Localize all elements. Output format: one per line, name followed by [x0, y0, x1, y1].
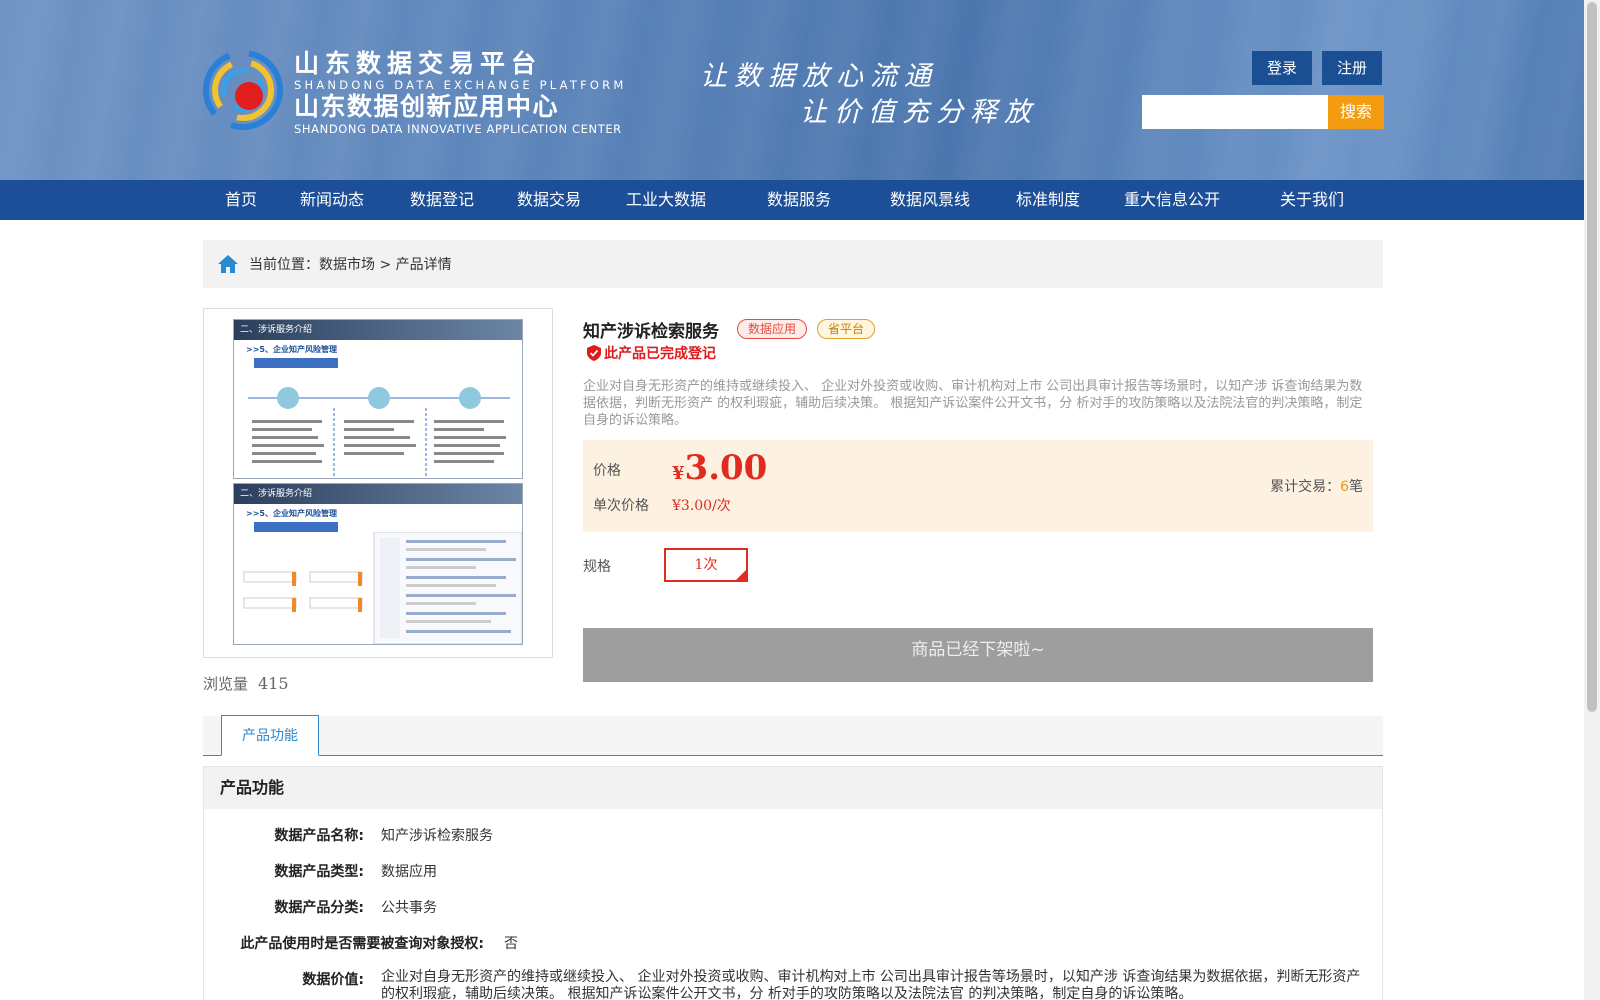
nav-item-data-register[interactable]: 数据登记 — [410, 180, 474, 220]
brand-title-en: SHANDONG DATA EXCHANGE PLATFORM — [294, 78, 627, 92]
brand-title-cn: 山东数据交易平台 — [294, 49, 543, 78]
nav-item-disclosure[interactable]: 重大信息公开 — [1124, 180, 1220, 220]
row-key: 数据产品分类: — [274, 900, 364, 916]
header-banner: 山东数据交易平台 SHANDONG DATA EXCHANGE PLATFORM… — [0, 0, 1584, 180]
row-key: 数据价值: — [302, 972, 364, 988]
price-label: 价格 — [593, 463, 621, 479]
price-value: ¥3.00 — [672, 448, 767, 488]
row-key: 此产品使用时是否需要被查询对象授权: — [240, 936, 484, 952]
slide-title: >>5、企业知产风险管理 — [246, 345, 337, 354]
slide-diagram — [248, 387, 510, 476]
price-number: 3.00 — [684, 448, 768, 488]
slide-header: 二、涉诉服务介绍 — [234, 484, 522, 504]
slogan-line-1: 让数据放心流通 — [700, 61, 938, 92]
function-row-authorization: 此产品使用时是否需要被查询对象授权: — [204, 933, 484, 953]
scrollbar-thumb[interactable] — [1587, 2, 1597, 712]
function-row-name: 数据产品名称: — [204, 825, 364, 845]
breadcrumb: 当前位置：数据市场 > 产品详情 — [203, 240, 1383, 288]
logo-icon — [203, 50, 283, 130]
function-row-category: 数据产品分类: — [204, 897, 364, 917]
brand-subtitle-en: SHANDONG DATA INNOVATIVE APPLICATION CEN… — [294, 122, 622, 136]
row-value: 公共事务 — [381, 900, 437, 916]
row-value: 知产涉诉检索服务 — [381, 828, 493, 844]
views-counter: 浏览量 415 — [203, 673, 289, 694]
tag-data-application: 数据应用 — [737, 319, 808, 339]
home-icon — [218, 255, 238, 273]
row-key: 数据产品名称: — [274, 828, 364, 844]
off-shelf-button[interactable]: 商品已经下架啦~ — [583, 628, 1373, 682]
row-key: 数据产品类型: — [274, 864, 364, 880]
trades-label: 累计交易： — [1270, 479, 1341, 495]
row-value: 企业对自身无形资产的维持或继续投入、 企业对外投资或收购、审计机构对上市 公司出… — [381, 969, 1361, 1000]
slogan-line-2: 让价值充分释放 — [800, 97, 1038, 128]
unit-price-value: ¥3.00/次 — [672, 498, 731, 514]
register-button[interactable]: 注册 — [1322, 51, 1382, 85]
registered-notice: 此产品已完成登记 — [587, 343, 716, 363]
tab-product-function[interactable]: 产品功能 — [221, 715, 319, 756]
price-box: 价格 ¥3.00 单次价格 ¥3.00/次 累计交易：6笔 — [583, 440, 1373, 532]
slide-badge — [254, 358, 338, 368]
views-count: 415 — [258, 674, 289, 693]
product-image: 二、涉诉服务介绍 >>5、企业知产风险管理 二、涉诉服务介绍 >>5、企业知产风… — [203, 308, 553, 658]
spec-label: 规格 — [583, 559, 611, 575]
row-value: 否 — [504, 936, 518, 952]
nav-item-data-landscape[interactable]: 数据风景线 — [890, 180, 970, 220]
slide-badge — [254, 522, 338, 532]
search-input[interactable] — [1142, 95, 1328, 129]
views-label: 浏览量 — [203, 675, 249, 693]
product-slide-1: 二、涉诉服务介绍 >>5、企业知产风险管理 — [233, 319, 523, 479]
nav-item-data-service[interactable]: 数据服务 — [767, 180, 831, 220]
slide-title: >>5、企业知产风险管理 — [246, 509, 337, 518]
main-nav: 首页 新闻动态 数据登记 数据交易 工业大数据 数据服务 数据风景线 标准制度 … — [0, 180, 1584, 220]
function-panel: 产品功能 数据产品名称: 知产涉诉检索服务 数据产品类型: 数据应用 数据产品分… — [203, 766, 1383, 1000]
currency-symbol: ¥ — [672, 463, 685, 484]
slide-header: 二、涉诉服务介绍 — [234, 320, 522, 340]
brand-subtitle-cn: 山东数据创新应用中心 — [294, 92, 560, 121]
product-description: 企业对自身无形资产的维持或继续投入、 企业对外投资或收购、审计机构对上市 公司出… — [583, 379, 1363, 428]
tag-provincial-platform: 省平台 — [817, 319, 876, 339]
page: 山东数据交易平台 SHANDONG DATA EXCHANGE PLATFORM… — [0, 0, 1600, 1000]
unit-price-label: 单次价格 — [593, 498, 649, 514]
nav-item-home[interactable]: 首页 — [225, 180, 257, 220]
product-title: 知产涉诉检索服务 — [583, 322, 719, 342]
row-value: 数据应用 — [381, 864, 437, 880]
login-button[interactable]: 登录 — [1252, 51, 1312, 85]
function-row-value: 数据价值: — [204, 969, 364, 989]
trades-count: 6 — [1340, 479, 1349, 495]
trades-unit: 笔 — [1349, 479, 1363, 495]
search-button[interactable]: 搜索 — [1328, 95, 1384, 129]
vertical-scrollbar[interactable] — [1584, 0, 1600, 1000]
nav-item-news[interactable]: 新闻动态 — [300, 180, 364, 220]
shield-check-icon — [587, 345, 601, 361]
nav-item-about[interactable]: 关于我们 — [1280, 180, 1344, 220]
nav-item-industrial-data[interactable]: 工业大数据 — [626, 180, 706, 220]
brand-text: 山东数据交易平台 SHANDONG DATA EXCHANGE PLATFORM… — [294, 49, 627, 137]
slide-screenshot — [243, 531, 522, 644]
function-heading: 产品功能 — [204, 767, 1382, 809]
nav-item-standards[interactable]: 标准制度 — [1016, 180, 1080, 220]
breadcrumb-text: 当前位置：数据市场 > 产品详情 — [249, 257, 452, 273]
spec-option-1[interactable]: 1次 — [664, 548, 748, 583]
registered-text: 此产品已完成登记 — [604, 346, 716, 362]
nav-item-data-trade[interactable]: 数据交易 — [517, 180, 581, 220]
trade-count: 累计交易：6笔 — [1270, 476, 1363, 496]
product-slide-2: 二、涉诉服务介绍 >>5、企业知产风险管理 — [233, 483, 523, 645]
tab-bar: 产品功能 — [203, 715, 1383, 756]
function-row-type: 数据产品类型: — [204, 861, 364, 881]
